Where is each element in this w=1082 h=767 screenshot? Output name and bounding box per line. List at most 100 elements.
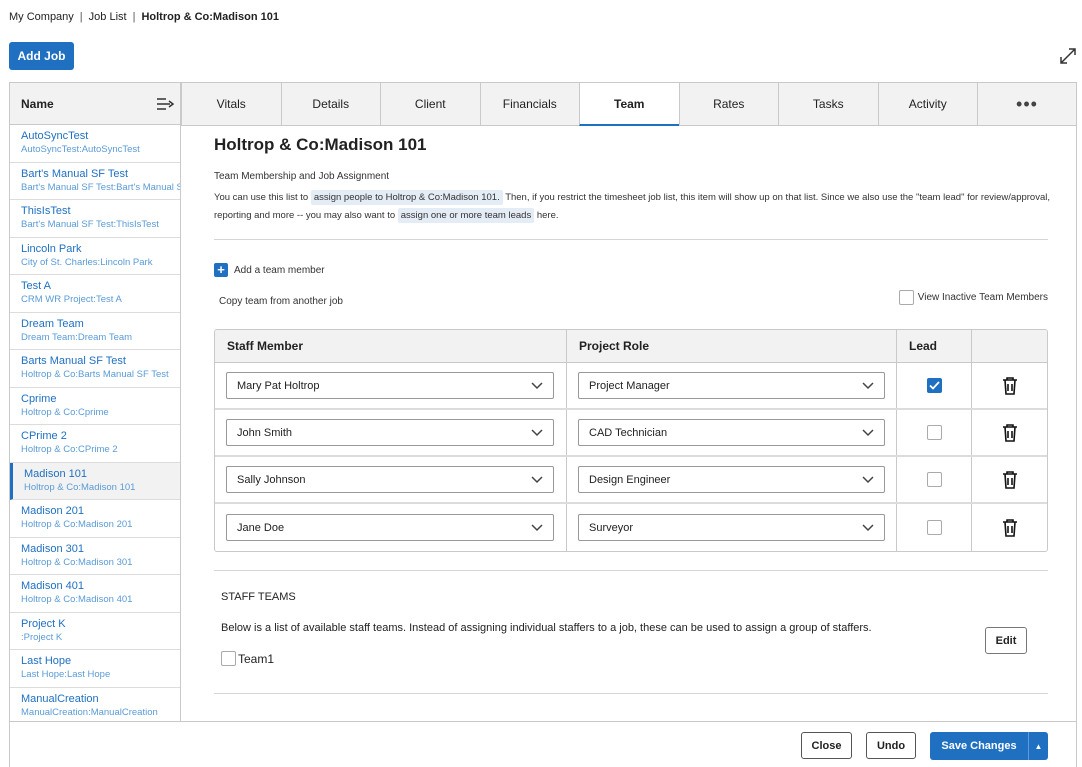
lead-checkbox[interactable] — [926, 520, 942, 535]
project-role-select[interactable]: Surveyor — [578, 514, 885, 541]
staff-member-select[interactable]: Mary Pat Holtrop — [226, 372, 554, 399]
job-list-item[interactable]: Madison 401 Holtrop & Co:Madison 401 — [10, 575, 180, 613]
delete-cell — [972, 410, 1047, 455]
project-role-value: CAD Technician — [589, 426, 668, 439]
job-list-item[interactable]: Lincoln Park City of St. Charles:Lincoln… — [10, 238, 180, 275]
column-header-role: Project Role — [567, 330, 897, 362]
divider — [214, 693, 1048, 694]
intro-text: You can use this list to assign people t… — [214, 189, 1054, 225]
tab-client[interactable]: Client — [380, 83, 480, 126]
job-list-item[interactable]: Barts Manual SF Test Holtrop & Co:Barts … — [10, 350, 180, 388]
job-list-item[interactable]: AutoSyncTest AutoSyncTest:AutoSyncTest — [10, 125, 180, 163]
intro-text-part: You can use this list to — [214, 192, 309, 203]
job-list-item[interactable]: Last Hope Last Hope:Last Hope — [10, 650, 180, 688]
job-name: AutoSyncTest — [21, 130, 89, 142]
project-role-select[interactable]: Project Manager — [578, 372, 885, 399]
tab-vitals[interactable]: Vitals — [181, 83, 281, 126]
divider — [214, 570, 1048, 571]
assign-people-link[interactable]: assign people to Holtrop & Co:Madison 10… — [310, 190, 503, 205]
job-path: Holtrop & Co:Madison 101 — [24, 481, 136, 493]
save-changes-label[interactable]: Save Changes — [930, 732, 1029, 760]
job-path: Bart's Manual SF Test:ThisIsTest — [21, 219, 159, 230]
project-role-select[interactable]: CAD Technician — [578, 419, 885, 446]
job-list-item[interactable]: Madison 301 Holtrop & Co:Madison 301 — [10, 538, 180, 575]
breadcrumb-company[interactable]: My Company — [9, 11, 74, 23]
copy-team-link[interactable]: Copy team from another job — [219, 296, 343, 307]
job-list-item[interactable]: Cprime Holtrop & Co:Cprime — [10, 388, 180, 425]
staff-cell: John Smith — [215, 410, 567, 455]
job-list-item[interactable]: Madison 101 Holtrop & Co:Madison 101 — [10, 462, 180, 500]
job-path: Holtrop & Co:Madison 401 — [21, 594, 133, 605]
trash-icon[interactable] — [1001, 376, 1019, 396]
job-list-item[interactable]: Bart's Manual SF Test Bart's Manual SF T… — [10, 163, 180, 200]
tab-details[interactable]: Details — [280, 83, 380, 126]
add-job-button[interactable]: Add Job — [9, 42, 74, 70]
chevron-down-icon — [531, 428, 543, 436]
breadcrumb: My Company | Job List | Holtrop & Co:Mad… — [9, 11, 279, 23]
staff-team-item[interactable]: Team1 — [221, 651, 274, 666]
job-list-item[interactable]: CPrime 2 Holtrop & Co:CPrime 2 — [10, 425, 180, 463]
delete-cell — [972, 504, 1047, 551]
check-icon — [928, 381, 940, 390]
job-list-item[interactable]: ManualCreation ManualCreation:ManualCrea… — [10, 688, 180, 725]
section-title: Team Membership and Job Assignment — [214, 171, 390, 182]
lead-cell — [897, 363, 972, 408]
delete-cell — [972, 457, 1047, 502]
staff-member-select[interactable]: John Smith — [226, 419, 554, 446]
job-path: Bart's Manual SF Test:Bart's Manual SF T… — [21, 181, 180, 193]
job-path: Holtrop & Co:CPrime 2 — [21, 444, 118, 455]
collapse-panel-icon[interactable] — [156, 97, 174, 111]
staff-member-select[interactable]: Sally Johnson — [226, 466, 554, 493]
job-list: AutoSyncTest AutoSyncTest:AutoSyncTest Ba… — [10, 125, 180, 725]
undo-button[interactable]: Undo — [866, 732, 916, 759]
tab-bar: Vitals Details Client Financials Team Rates Ta… — [181, 82, 1077, 126]
expand-icon[interactable] — [1058, 46, 1078, 66]
job-list-item[interactable]: Dream Team Dream Team:Dream Team — [10, 313, 180, 350]
trash-icon[interactable] — [1001, 470, 1019, 490]
table-body: Mary Pat Holtrop Project Manager John Sm… — [215, 363, 1047, 551]
view-inactive-checkbox[interactable] — [898, 290, 914, 305]
project-role-value: Surveyor — [589, 521, 634, 534]
save-changes-button[interactable]: Save Changes ▲ — [930, 732, 1048, 760]
tab-more[interactable]: ••• — [977, 83, 1076, 126]
job-list-item[interactable]: Project K :Project K — [10, 613, 180, 650]
trash-icon[interactable] — [1001, 423, 1019, 443]
job-name: Lincoln Park — [21, 242, 82, 255]
job-list-item[interactable]: ThisIsTest Bart's Manual SF Test:ThisIsT… — [10, 200, 180, 238]
staff-member-select[interactable]: Jane Doe — [226, 514, 554, 541]
lead-checkbox[interactable] — [926, 472, 942, 487]
job-name: Last Hope — [21, 655, 72, 667]
tab-team[interactable]: Team — [579, 83, 679, 126]
job-name: Dream Team — [21, 317, 84, 330]
job-name: Bart's Manual SF Test — [21, 167, 129, 180]
trash-icon[interactable] — [1001, 518, 1019, 538]
job-path: City of St. Charles:Lincoln Park — [21, 256, 153, 268]
chevron-down-icon — [862, 523, 874, 531]
project-role-value: Project Manager — [589, 379, 670, 392]
breadcrumb-separator: | — [132, 11, 136, 23]
job-list-item[interactable]: Madison 201 Holtrop & Co:Madison 201 — [10, 500, 180, 538]
job-name: ManualCreation — [21, 692, 99, 705]
chevron-down-icon — [862, 428, 874, 436]
job-name: Cprime — [21, 392, 57, 405]
lead-checkbox[interactable] — [926, 378, 942, 393]
view-inactive-toggle[interactable]: View Inactive Team Members — [898, 290, 1048, 305]
close-button[interactable]: Close — [801, 732, 852, 759]
job-name: Madison 401 — [21, 580, 84, 592]
staff-team-checkbox[interactable] — [221, 651, 236, 666]
lead-checkbox[interactable] — [926, 425, 942, 440]
edit-staff-teams-button[interactable]: Edit — [985, 627, 1027, 654]
tab-rates[interactable]: Rates — [678, 83, 778, 126]
tab-activity[interactable]: Activity — [877, 83, 977, 126]
tab-tasks[interactable]: Tasks — [778, 83, 878, 126]
breadcrumb-job-list[interactable]: Job List — [89, 11, 127, 23]
tab-financials[interactable]: Financials — [479, 83, 579, 126]
save-options-caret-icon[interactable]: ▲ — [1029, 732, 1048, 760]
job-list-item[interactable]: Test A CRM WR Project:Test A — [10, 275, 180, 313]
job-name: Barts Manual SF Test — [21, 355, 126, 367]
job-list-header: Name — [10, 83, 180, 125]
add-team-member-button[interactable]: + Add a team member — [214, 263, 325, 277]
job-name: Test A — [21, 280, 51, 292]
project-role-select[interactable]: Design Engineer — [578, 466, 885, 493]
assign-team-leads-link[interactable]: assign one or more team leads — [397, 208, 535, 223]
